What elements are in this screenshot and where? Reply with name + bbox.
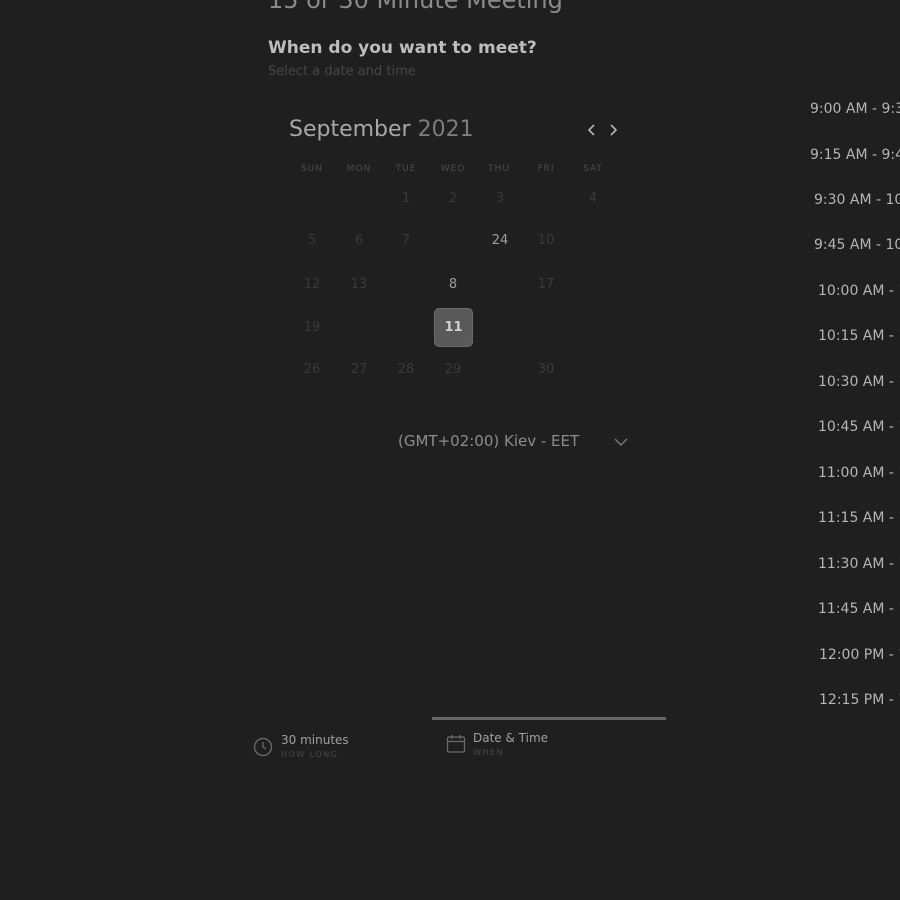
calendar-day: 5 — [307, 233, 317, 248]
calendar-day: 30 — [537, 362, 555, 377]
calendar-day: 4 — [588, 191, 598, 206]
calendar-day: 17 — [537, 277, 555, 292]
calendar-day: 27 — [350, 362, 368, 377]
meeting-title: 15 or 30 Minute Meeting — [268, 0, 563, 14]
calendar-day-available[interactable]: 8 — [434, 266, 472, 304]
step-date-time-label: Date & Time — [473, 731, 549, 745]
calendar-day-selected[interactable]: 11 — [434, 308, 473, 347]
calendar-month-title: September 2021 — [289, 117, 474, 142]
time-slot-list: 9:00 AM - 9:30 AM 9:15 AM - 9:45 AM 9:30… — [700, 0, 900, 900]
time-slot[interactable]: 11:45 AM - 12:15 PM — [818, 601, 900, 617]
previous-month-button[interactable] — [581, 118, 603, 142]
calendar-day: 6 — [354, 233, 364, 248]
calendar-day: 28 — [397, 362, 415, 377]
time-slot[interactable]: 12:00 PM - 12:30 PM — [819, 647, 900, 663]
page-heading: When do you want to meet? — [268, 38, 537, 58]
step-duration-label: 30 minutes — [281, 733, 349, 747]
calendar-day: 12 — [303, 277, 321, 292]
timezone-selector[interactable]: (GMT+02:00) Kiev - EET — [398, 432, 579, 450]
step-duration-sublabel: HOW LONG — [281, 750, 339, 759]
calendar-month: September — [289, 117, 411, 142]
calendar-year: 2021 — [417, 117, 474, 142]
time-slot[interactable]: 12:15 PM - 12:45 PM — [819, 692, 900, 708]
time-slot[interactable]: 10:00 AM - 10:30 AM — [818, 283, 900, 299]
calendar-day: 19 — [303, 320, 321, 335]
time-slot[interactable]: 9:30 AM - 10:00 AM — [814, 192, 900, 208]
time-slot[interactable]: 10:45 AM - 11:15 AM — [818, 419, 900, 435]
timezone-dropdown-toggle[interactable] — [612, 434, 630, 450]
weekday-wed: WED — [440, 164, 466, 174]
time-slot[interactable]: 9:15 AM - 9:45 AM — [810, 147, 900, 163]
calendar-icon — [446, 735, 466, 753]
time-slot[interactable]: 11:30 AM - 12:00 PM — [818, 556, 900, 572]
time-slot[interactable]: 9:00 AM - 9:30 AM — [810, 101, 900, 117]
weekday-sat: SAT — [583, 164, 603, 174]
calendar-day: 29 — [444, 362, 462, 377]
chevron-left-icon — [587, 124, 595, 136]
calendar-day: 2 — [448, 191, 458, 206]
time-slot[interactable]: 10:30 AM - 11:00 AM — [818, 374, 900, 390]
time-slot[interactable]: 9:45 AM - 10:15 AM — [814, 237, 900, 253]
calendar-day-available[interactable]: 24 — [481, 222, 519, 260]
time-slot[interactable]: 11:00 AM - 11:30 AM — [818, 465, 900, 481]
chevron-down-icon — [614, 438, 628, 446]
weekday-fri: FRI — [537, 164, 555, 174]
calendar-day: 7 — [401, 233, 411, 248]
weekday-tue: TUE — [395, 164, 417, 174]
calendar-day: 10 — [537, 233, 555, 248]
calendar-day: 13 — [350, 277, 368, 292]
calendar-day: 26 — [303, 362, 321, 377]
calendar-day: 3 — [495, 191, 505, 206]
scheduling-page: 15 or 30 Minute Meeting When do you want… — [0, 0, 900, 900]
active-step-indicator — [432, 717, 666, 720]
calendar-day: 1 — [401, 191, 411, 206]
next-month-button[interactable] — [602, 118, 624, 142]
step-date-time-sublabel: WHEN — [473, 748, 504, 757]
page-subheading: Select a date and time — [268, 64, 416, 79]
chevron-right-icon — [610, 124, 618, 136]
weekday-sun: SUN — [300, 164, 324, 174]
clock-icon — [253, 737, 273, 757]
weekday-mon: MON — [346, 164, 372, 174]
time-slot[interactable]: 11:15 AM - 11:45 AM — [818, 510, 900, 526]
time-slot[interactable]: 10:15 AM - 10:45 AM — [818, 328, 900, 344]
weekday-thu: THU — [488, 164, 510, 174]
